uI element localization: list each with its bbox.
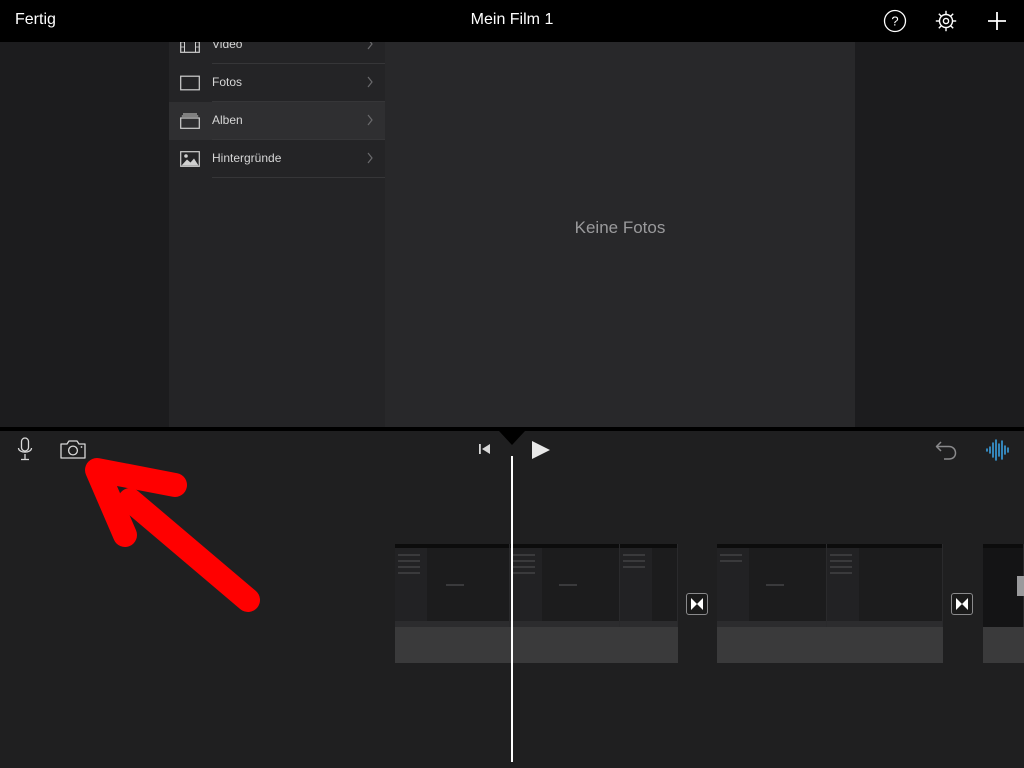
- category-item-alben[interactable]: Alben: [169, 102, 385, 140]
- chevron-right-icon: [367, 76, 373, 88]
- play-icon[interactable]: [530, 439, 552, 461]
- chevron-right-icon: [367, 152, 373, 164]
- clip-thumbnails: [395, 544, 678, 627]
- clip-frame: [620, 544, 678, 627]
- clip-frame: [827, 544, 943, 627]
- svg-text:?: ?: [891, 14, 898, 29]
- clip-audio-track: [983, 627, 1024, 663]
- row-separator: [212, 177, 385, 178]
- chevron-right-icon: [367, 114, 373, 126]
- album-stack-icon: [180, 113, 200, 129]
- camera-icon[interactable]: [59, 439, 87, 460]
- empty-state-message: Keine Fotos: [574, 218, 666, 237]
- photo-grid-pane: Keine Fotos: [385, 42, 855, 428]
- photo-frame-icon: [180, 75, 200, 91]
- clip-frame: [395, 544, 510, 627]
- video-clip[interactable]: [983, 544, 1024, 663]
- transition-button[interactable]: [951, 593, 973, 615]
- clip-thumbnails: [717, 544, 943, 627]
- audio-waveform-icon[interactable]: [985, 437, 1011, 463]
- transition-bowtie-icon: [691, 598, 703, 610]
- clip-frame: [510, 544, 620, 627]
- undo-icon[interactable]: [934, 439, 958, 461]
- clip-thumbnails: [983, 544, 1024, 627]
- video-clip[interactable]: [395, 544, 678, 663]
- clip-frame: [983, 544, 1024, 627]
- transition-bowtie-icon: [956, 598, 968, 610]
- category-label: Hintergründe: [212, 151, 282, 165]
- help-icon[interactable]: ?: [883, 9, 907, 33]
- clip-audio-track: [395, 627, 678, 663]
- film-icon: [180, 42, 200, 53]
- plus-icon[interactable]: [985, 9, 1009, 33]
- category-label: Alben: [212, 113, 243, 127]
- project-title: Mein Film 1: [470, 11, 554, 28]
- navigation-bar: Fertig Mein Film 1 ?: [0, 0, 1024, 42]
- clip-audio-track: [717, 627, 943, 663]
- playhead-marker: [499, 431, 525, 445]
- chevron-right-icon: [367, 42, 373, 50]
- playhead-line[interactable]: [511, 456, 513, 762]
- landscape-image-icon: [180, 151, 200, 167]
- category-label: Fotos: [212, 75, 243, 89]
- skip-to-start-icon[interactable]: [477, 441, 493, 457]
- microphone-icon[interactable]: [16, 437, 34, 461]
- settings-gear-icon[interactable]: [934, 9, 958, 33]
- transition-button[interactable]: [686, 593, 708, 615]
- category-item-fotos[interactable]: Fotos: [169, 64, 385, 102]
- category-label: Video: [212, 42, 243, 51]
- side-panel: [855, 42, 1024, 428]
- category-item-hintergruende[interactable]: Hintergründe: [169, 140, 385, 178]
- video-clip[interactable]: [717, 544, 943, 663]
- media-category-list: Video Fotos Alben Hintergründe: [169, 42, 385, 428]
- category-item-video[interactable]: Video: [169, 42, 385, 64]
- clip-frame: [717, 544, 827, 627]
